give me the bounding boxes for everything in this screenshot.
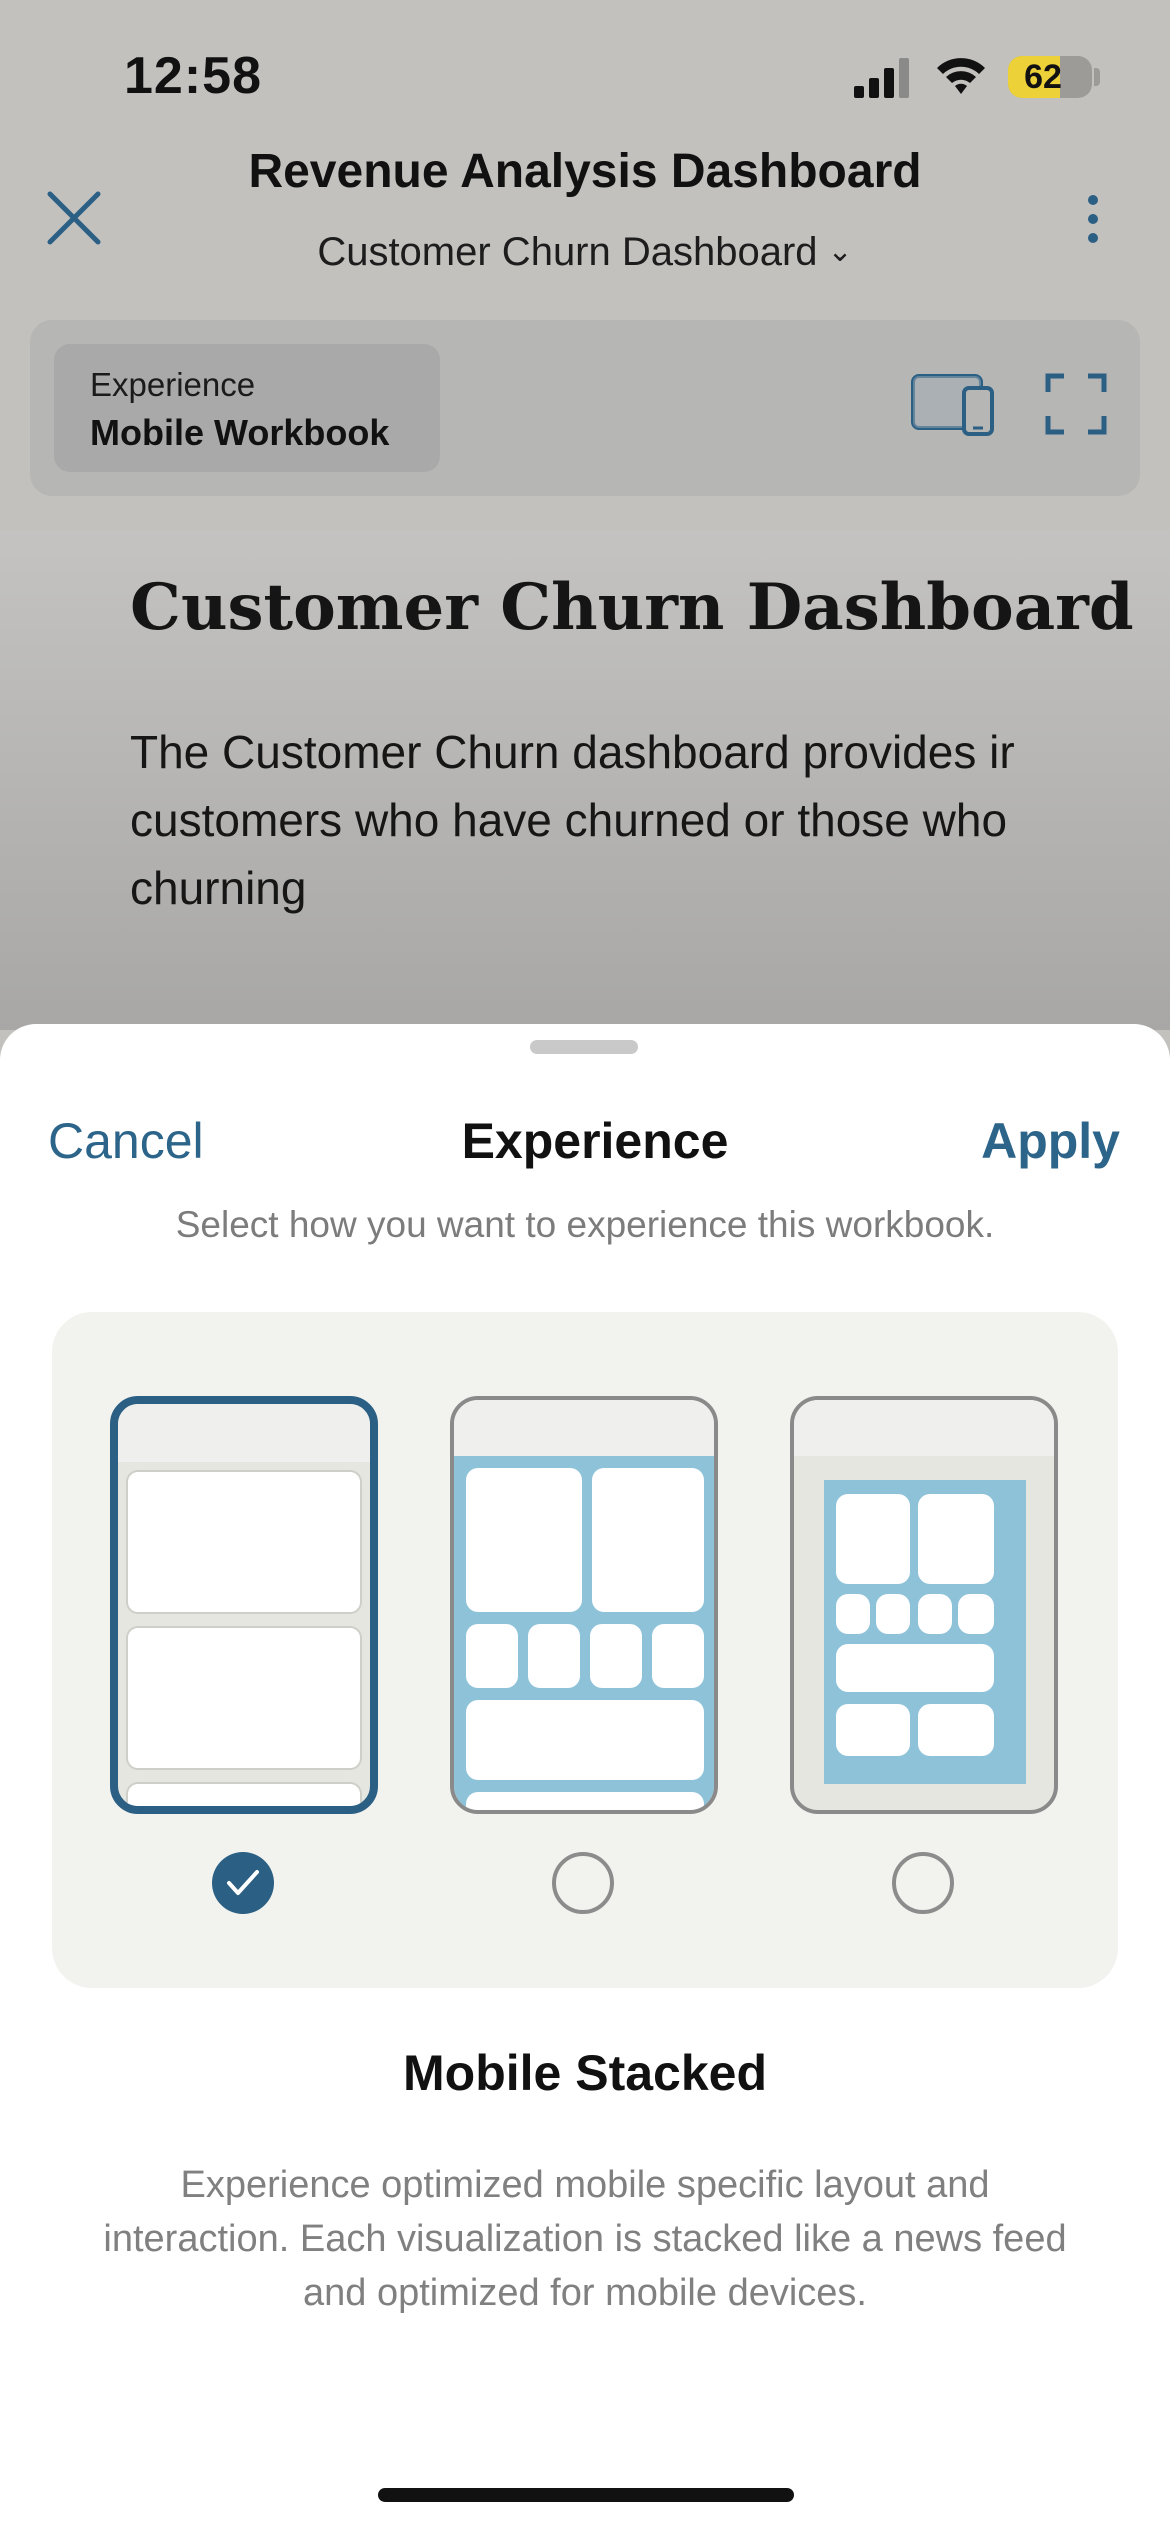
layout-card: [592, 1468, 704, 1612]
experience-chip[interactable]: Experience Mobile Workbook: [54, 344, 440, 472]
sheet-selector[interactable]: Customer Churn Dashboard ⌄: [0, 230, 1170, 275]
layout-card: [836, 1494, 910, 1584]
desktop-layout-radio[interactable]: [892, 1852, 954, 1914]
experience-chip-label: Experience: [90, 366, 256, 403]
layout-card: [836, 1594, 870, 1634]
chevron-down-icon: ⌄: [827, 235, 853, 268]
checkmark-icon: [227, 1870, 259, 1895]
desktop-layout-option[interactable]: [790, 1396, 1058, 1814]
layout-card: [918, 1594, 952, 1634]
layout-card: [126, 1470, 362, 1614]
layout-card: [918, 1494, 994, 1584]
layout-card: [528, 1624, 580, 1688]
sheet-grabber[interactable]: [530, 1040, 638, 1054]
sheet-selector-label: Customer Churn Dashboard: [317, 230, 818, 274]
status-time: 12:58: [124, 47, 262, 105]
layout-card: [876, 1594, 910, 1634]
tablet-layout-option[interactable]: [450, 1396, 718, 1814]
layout-card: [466, 1624, 518, 1688]
workbook-title: Revenue Analysis Dashboard: [248, 145, 922, 198]
home-indicator: [378, 2488, 794, 2502]
experience-options: [52, 1312, 1118, 1988]
layout-topbar: [794, 1400, 1054, 1456]
battery-percent: 62: [1024, 58, 1062, 96]
mobile-stacked-radio[interactable]: [212, 1852, 274, 1914]
selected-mode-description: Experience optimized mobile specific lay…: [103, 2164, 1067, 2314]
experience-toolbar: Experience Mobile Workbook: [30, 320, 1140, 496]
more-vertical-icon[interactable]: [1078, 190, 1108, 250]
layout-card: [918, 1704, 994, 1756]
description-line: churning: [130, 862, 307, 914]
dashboard-content: Customer Churn Dashboard The Customer Ch…: [0, 530, 1170, 1030]
layout-topbar: [454, 1400, 714, 1456]
device-toggle-icon[interactable]: [910, 370, 996, 438]
dashboard-heading: Customer Churn Dashboard: [130, 570, 1134, 645]
layout-card: [836, 1704, 910, 1756]
dashboard-description: The Customer Churn dashboard provides ir…: [130, 718, 1170, 922]
layout-card: [958, 1594, 994, 1634]
layout-card: [590, 1624, 642, 1688]
wifi-icon: [937, 58, 985, 94]
layout-card: [126, 1782, 362, 1806]
layout-card: [466, 1792, 704, 1810]
layout-card: [126, 1626, 362, 1770]
description-line: customers who have churned or those who: [130, 794, 1008, 846]
experience-chip-value: Mobile Workbook: [90, 412, 390, 453]
apply-button[interactable]: Apply: [981, 1112, 1120, 1170]
layout-topbar: [118, 1404, 370, 1462]
mobile-stacked-option[interactable]: [110, 1396, 378, 1814]
signal-icon: [854, 58, 909, 98]
experience-sheet: Cancel Experience Apply Select how you w…: [0, 1024, 1170, 2532]
layout-card: [466, 1468, 582, 1612]
selected-mode-title: Mobile Stacked: [403, 2045, 767, 2101]
sheet-subtitle: Select how you want to experience this w…: [175, 1204, 995, 1245]
description-line: The Customer Churn dashboard provides ir: [130, 726, 1015, 778]
layout-card: [836, 1644, 994, 1692]
tablet-layout-radio[interactable]: [552, 1852, 614, 1914]
layout-card: [652, 1624, 704, 1688]
fullscreen-icon[interactable]: [1044, 372, 1108, 436]
battery-icon: 62: [1008, 56, 1092, 98]
status-bar: 12:58 62: [0, 0, 1170, 140]
layout-card: [466, 1700, 704, 1780]
battery-cap: [1094, 68, 1100, 86]
